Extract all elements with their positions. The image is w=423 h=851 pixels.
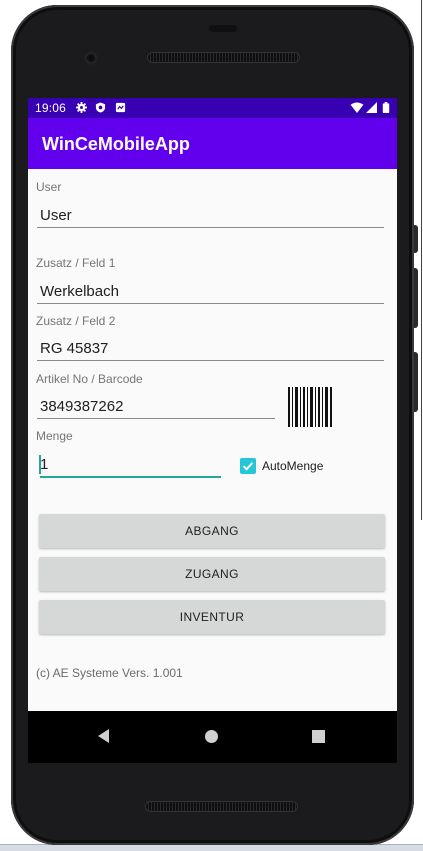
app-title: WinCeMobileApp (42, 134, 190, 154)
status-time: 19:06 (35, 101, 67, 115)
wifi-icon (350, 102, 364, 113)
notification-icon (115, 102, 126, 113)
navigation-bar (28, 711, 397, 763)
gear-icon (76, 102, 87, 113)
back-icon[interactable] (98, 729, 109, 743)
menge-input-underline (40, 476, 221, 478)
user-label: User (36, 180, 62, 194)
zugang-button[interactable]: ZUGANG (39, 557, 385, 591)
proximity-sensor (209, 25, 237, 32)
shield-icon (95, 102, 106, 113)
bottom-speaker (145, 801, 298, 812)
version-footer: (c) AE Systeme Vers. 1.001 (36, 666, 183, 680)
menge-input[interactable]: 1 (40, 455, 48, 475)
user-input-underline (37, 227, 384, 228)
battery-icon (382, 102, 390, 113)
zusatz2-input-underline (37, 360, 384, 361)
home-icon[interactable] (205, 730, 218, 743)
artikel-input[interactable]: 3849387262 (40, 397, 123, 417)
zusatz1-input-underline (37, 303, 384, 304)
zusatz2-label: Zusatz / Feld 2 (36, 314, 116, 328)
barcode-scan-icon[interactable] (288, 387, 332, 427)
desktop-window-edge (421, 0, 422, 520)
main-content: User User Zusatz / Feld 1 Werkelbach Zus… (28, 169, 397, 711)
inventur-button[interactable]: INVENTUR (39, 600, 385, 634)
artikel-label: Artikel No / Barcode (36, 372, 143, 386)
status-bar: 19:06 (28, 98, 397, 118)
zusatz2-input[interactable]: RG 45837 (40, 339, 108, 359)
device-screen: 19:06 WinCeMobileApp User User Zusatz / … (28, 98, 397, 763)
earpiece-speaker (147, 52, 300, 63)
zusatz1-input[interactable]: Werkelbach (40, 282, 119, 302)
app-bar: WinCeMobileApp (28, 118, 397, 169)
signal-icon (366, 102, 377, 113)
abgang-button[interactable]: ABGANG (39, 514, 385, 548)
desktop-stage: 19:06 WinCeMobileApp User User Zusatz / … (0, 0, 423, 851)
front-camera (84, 51, 98, 65)
text-cursor (39, 455, 41, 474)
automenge-label[interactable]: AutoMenge (262, 459, 323, 473)
desktop-taskbar-edge (0, 844, 423, 851)
automenge-checkbox[interactable] (240, 458, 256, 474)
recents-icon[interactable] (312, 730, 325, 743)
user-input[interactable]: User (40, 206, 72, 226)
artikel-input-underline (37, 418, 275, 419)
menge-label: Menge (36, 429, 73, 443)
zusatz1-label: Zusatz / Feld 1 (36, 256, 116, 270)
checkmark-icon (242, 462, 254, 471)
